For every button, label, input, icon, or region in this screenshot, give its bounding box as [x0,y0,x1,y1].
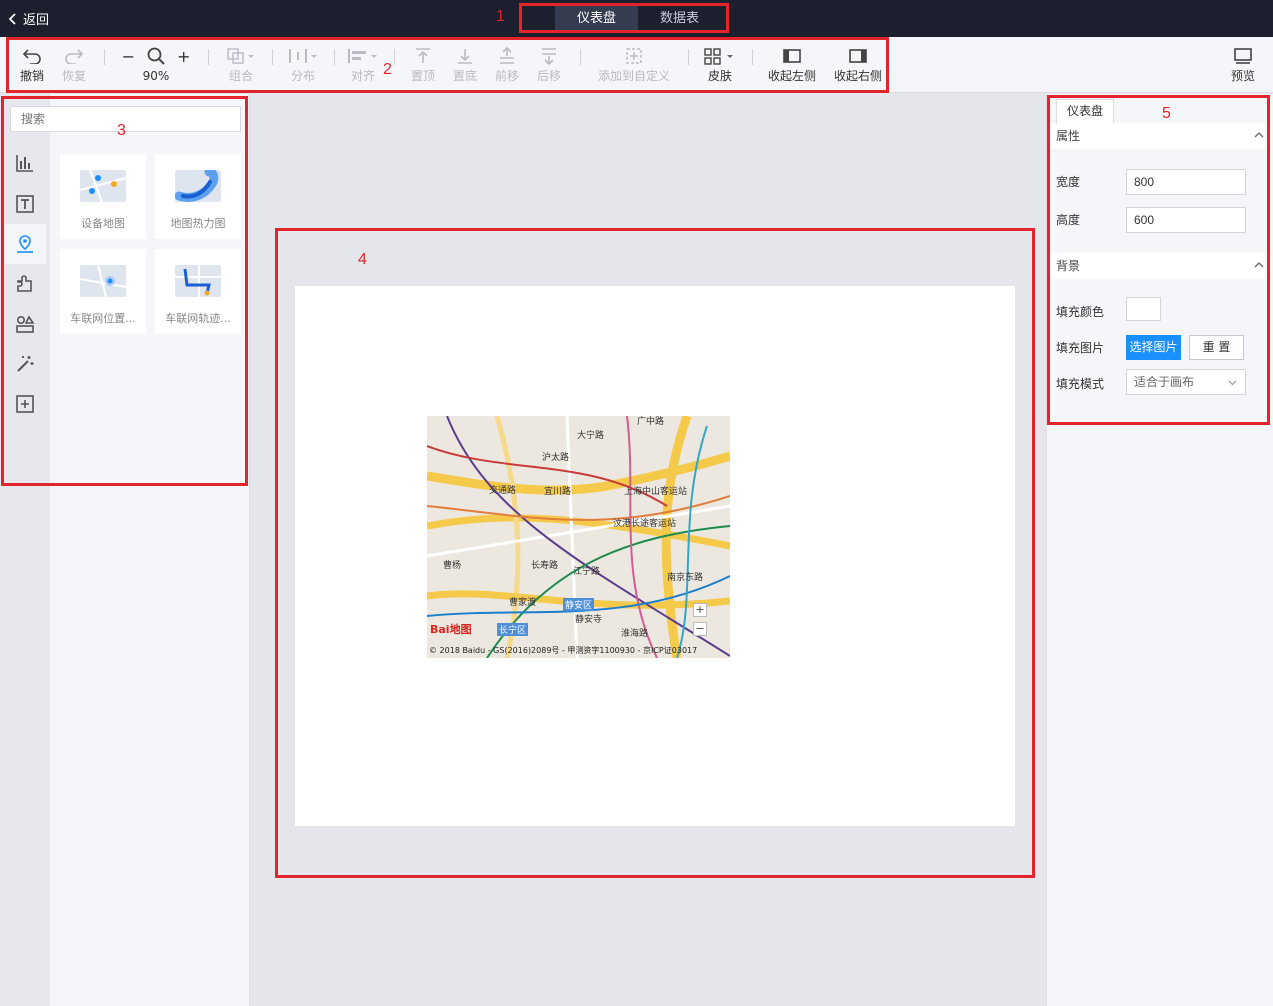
annotation-box-3 [1,96,248,486]
preview-monitor-icon [1234,48,1252,64]
back-button[interactable]: 返回 [8,9,49,28]
annotation-number: 4 [358,251,367,268]
back-label: 返回 [23,13,50,28]
annotation-number: 2 [383,61,392,78]
preview-label: 预览 [1230,69,1255,83]
annotation-box-2 [6,37,889,93]
annotation-box-5 [1047,95,1270,425]
annotation-number: 1 [496,8,505,25]
preview-button[interactable]: 预览 [1224,44,1262,84]
annotation-box-4 [275,228,1035,878]
annotation-box-1 [519,3,729,33]
annotation-number: 3 [117,122,126,139]
annotation-number: 5 [1162,105,1171,122]
chevron-left-icon [8,12,16,25]
